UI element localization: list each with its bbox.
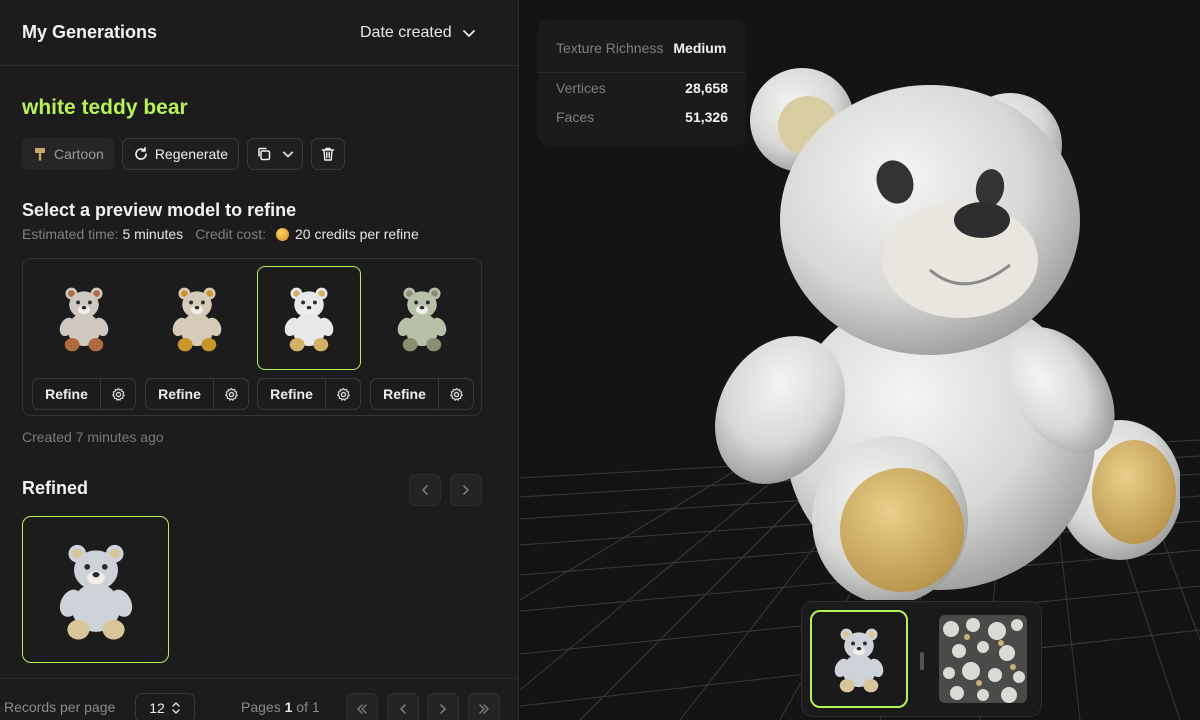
gear-icon	[449, 387, 463, 401]
next-page-button[interactable]	[427, 693, 459, 720]
sort-label: Date created	[360, 24, 452, 41]
generations-panel: My Generations Date created white teddy …	[0, 0, 519, 720]
preview-thumb-4[interactable]	[370, 266, 474, 370]
texture-richness-label: Texture Richness	[556, 40, 664, 56]
refine-button[interactable]: Refine	[33, 379, 101, 409]
records-per-page-value: 12	[149, 700, 165, 716]
refine-button[interactable]: Refine	[258, 379, 326, 409]
chevron-down-icon	[462, 30, 475, 37]
style-label: Cartoon	[54, 146, 104, 162]
regenerate-label: Regenerate	[154, 146, 228, 162]
page-of: of 1	[296, 699, 320, 715]
refined-prev-button[interactable]	[409, 474, 441, 506]
preview-thumb-1[interactable]	[32, 266, 136, 370]
refresh-icon	[135, 147, 147, 160]
est-time-label: Estimated time:	[22, 226, 119, 242]
faces-label: Faces	[556, 109, 595, 125]
preview-section-title: Select a preview model to refine	[22, 200, 297, 220]
app-root: My Generations Date created white teddy …	[0, 0, 1200, 720]
first-page-button[interactable]	[346, 693, 378, 720]
delete-button[interactable]	[310, 138, 345, 170]
credit-label: Credit cost:	[195, 226, 266, 242]
updown-chevron-icon	[172, 702, 180, 714]
refine-group-4: Refine	[370, 378, 474, 410]
double-chevron-right-icon	[479, 704, 489, 714]
texture-richness-row: Texture Richness Medium	[556, 40, 728, 56]
copy-icon	[258, 147, 271, 161]
chevron-right-icon	[440, 704, 446, 714]
pages-indicator: Pages 1 of 1	[241, 699, 320, 715]
preview-thumb-2[interactable]	[145, 266, 249, 370]
records-per-page-label: Records per page	[4, 699, 116, 715]
refine-button[interactable]: Refine	[146, 379, 214, 409]
refine-button[interactable]: Refine	[371, 379, 439, 409]
trash-icon	[321, 147, 335, 161]
chevron-down-icon	[282, 151, 294, 158]
bear-model-image	[47, 274, 121, 362]
regenerate-button[interactable]: Regenerate	[121, 138, 239, 170]
style-badge: Cartoon	[22, 138, 114, 170]
page-title: My Generations	[22, 22, 158, 42]
refine-settings-button[interactable]	[439, 379, 473, 409]
copy-menu-button[interactable]	[246, 138, 303, 170]
refined-section-title: Refined	[22, 478, 89, 498]
gear-icon	[224, 387, 238, 401]
refine-settings-button[interactable]	[214, 379, 248, 409]
bear-model-image	[385, 274, 459, 362]
pages-label: Pages	[241, 699, 281, 715]
vertices-label: Vertices	[556, 80, 606, 96]
double-chevron-left-icon	[357, 704, 367, 714]
refined-next-button[interactable]	[450, 474, 482, 506]
prompt-title: white teddy bear	[22, 96, 188, 119]
refined-bear-image	[41, 526, 151, 654]
bear-model-image	[272, 274, 346, 362]
bear-model-image	[160, 274, 234, 362]
teddy-bear-3d-model	[715, 68, 1180, 600]
credit-value: 20 credits per refine	[295, 226, 419, 242]
model-view-thumb[interactable]	[810, 610, 908, 708]
gear-icon	[111, 387, 125, 401]
hammer-icon	[35, 148, 45, 161]
view-mode-switch	[801, 601, 1042, 717]
refine-group-3: Refine	[257, 378, 361, 410]
refine-settings-button[interactable]	[326, 379, 360, 409]
texture-richness-value: Medium	[673, 40, 727, 56]
coin-icon	[276, 227, 289, 241]
pagination-footer: Records per page 12 Pages 1 of 1	[0, 678, 519, 720]
refine-settings-button[interactable]	[101, 379, 135, 409]
refined-model-thumb[interactable]	[22, 516, 169, 663]
last-page-button[interactable]	[468, 693, 500, 720]
preview-thumb-3[interactable]	[257, 266, 361, 370]
texture-view-thumb[interactable]	[934, 610, 1032, 708]
page-current: 1	[284, 699, 293, 715]
sort-dropdown[interactable]: Date created	[360, 21, 476, 45]
records-per-page-select[interactable]: 12	[135, 693, 195, 720]
texture-map-image	[939, 615, 1027, 703]
chevron-left-icon	[400, 704, 406, 714]
gear-icon	[336, 387, 350, 401]
panel-header: My Generations Date created	[0, 0, 519, 66]
separator-handle	[920, 652, 924, 670]
action-row: Cartoon Regenerate	[22, 138, 345, 170]
preview-grid: Refine Refine Refine Refine	[22, 258, 482, 416]
est-time-value: 5 minutes	[122, 226, 184, 242]
estimate-line: Estimated time: 5 minutes Credit cost: 2…	[22, 226, 419, 242]
chevron-left-icon	[422, 485, 428, 495]
refine-group-2: Refine	[145, 378, 249, 410]
created-timestamp: Created 7 minutes ago	[22, 429, 164, 445]
refine-group-1: Refine	[32, 378, 136, 410]
bear-model-image	[822, 617, 896, 701]
chevron-right-icon	[463, 485, 469, 495]
prev-page-button[interactable]	[387, 693, 419, 720]
model-viewer[interactable]: Texture Richness Medium Vertices 28,658 …	[520, 0, 1200, 720]
